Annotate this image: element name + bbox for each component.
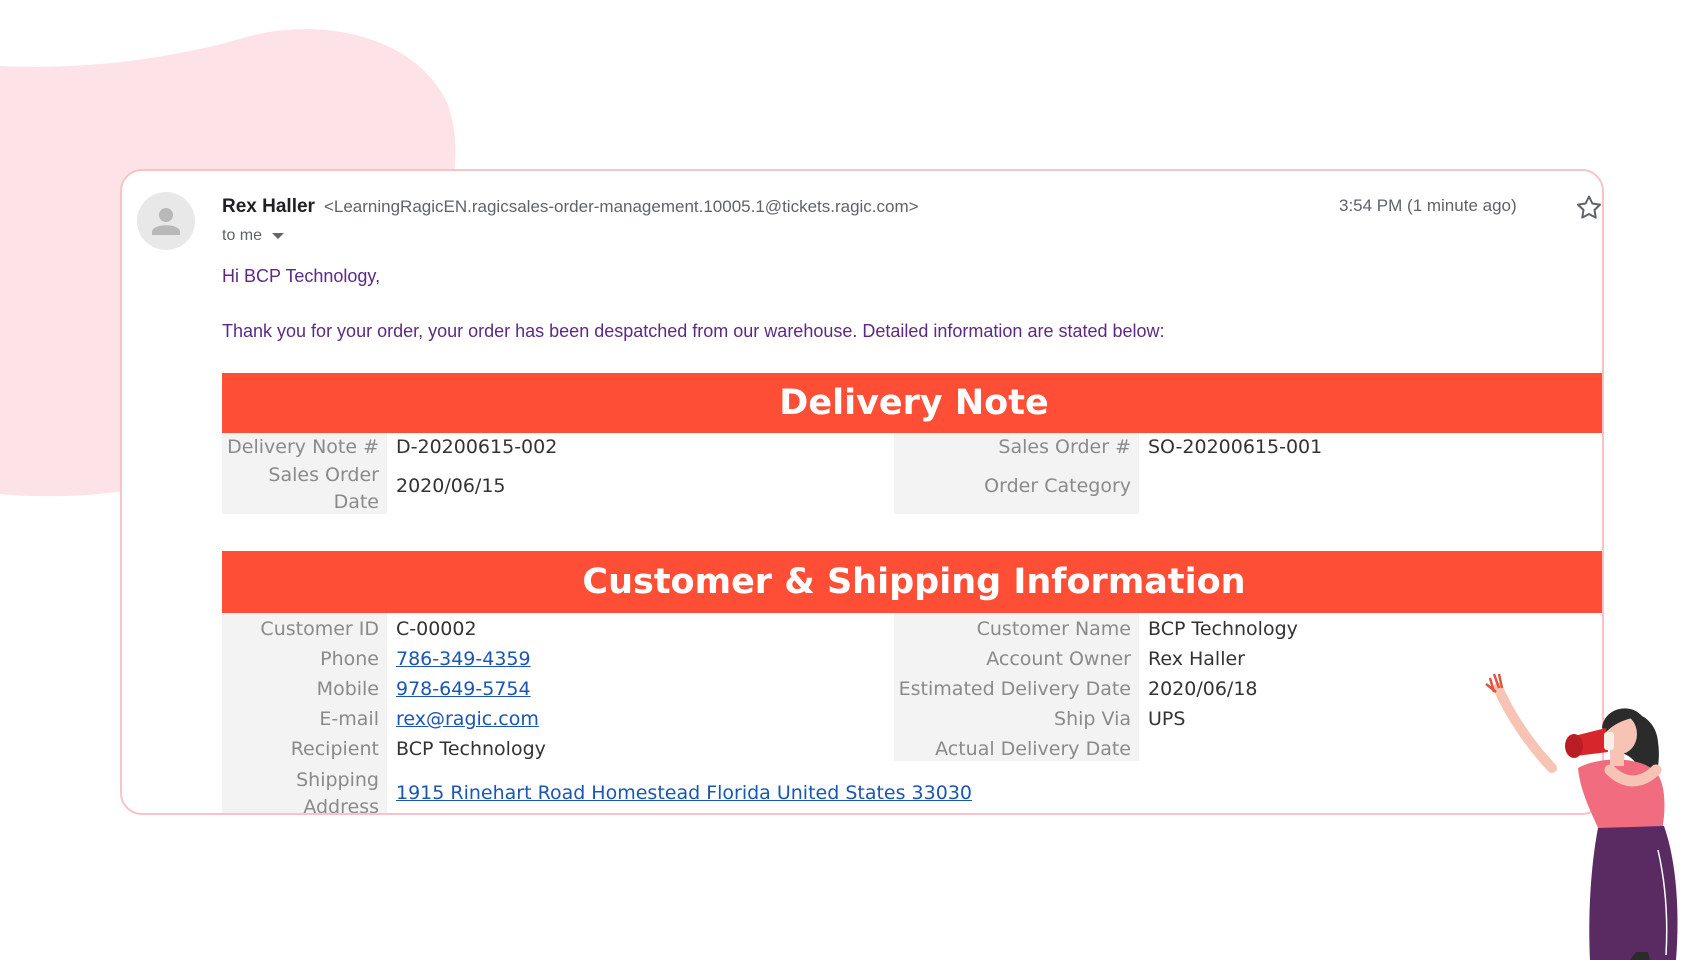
email-link[interactable]: rex@ragic.com [396, 708, 539, 730]
recipient-value: BCP Technology [396, 738, 546, 760]
mobile-label: Mobile [316, 678, 379, 700]
email-card: Rex Haller <LearningRagicEN.ragicsales-o… [120, 169, 1604, 815]
to-me-label: to me [222, 227, 263, 244]
intro-text: Thank you for your order, your order has… [222, 321, 1165, 341]
shipping-address-link[interactable]: 1915 Rinehart Road Homestead Florida Uni… [396, 782, 972, 804]
star-icon[interactable] [1574, 193, 1602, 223]
customer-name-value: BCP Technology [1148, 618, 1298, 640]
delivery-note-no-label: Delivery Note # [227, 436, 379, 458]
dropdown-caret-icon[interactable] [272, 232, 285, 239]
customer-name-label: Customer Name [976, 618, 1131, 640]
account-owner-label: Account Owner [986, 648, 1131, 670]
sales-order-date-label: Sales Order Date [268, 464, 379, 513]
phone-label: Phone [320, 648, 379, 670]
est-delivery-value: 2020/06/18 [1148, 678, 1258, 700]
shipping-address-label: Shipping Address [296, 769, 379, 815]
customer-id-label: Customer ID [260, 618, 379, 640]
est-delivery-label: Estimated Delivery Date [898, 678, 1131, 700]
customer-id-value: C-00002 [396, 618, 477, 640]
recipient-toggle[interactable]: to me [222, 227, 285, 245]
sales-order-no-value: SO-20200615-001 [1148, 436, 1323, 458]
woman-megaphone-illustration [1485, 673, 1678, 960]
mobile-link[interactable]: 978-649-5754 [396, 678, 531, 700]
sender-email: <LearningRagicEN.ragicsales-order-manage… [323, 197, 919, 216]
sender-line: Rex Haller <LearningRagicEN.ragicsales-o… [222, 196, 919, 218]
customer-shipping-header: Customer & Shipping Information [222, 551, 1602, 613]
sales-order-date-value: 2020/06/15 [396, 475, 506, 497]
greeting-text: Hi BCP Technology, [222, 266, 381, 286]
delivery-note-header: Delivery Note [222, 373, 1602, 433]
actual-delivery-label: Actual Delivery Date [935, 738, 1131, 760]
delivery-note-no-value: D-20200615-002 [396, 436, 558, 458]
account-owner-value: Rex Haller [1148, 648, 1245, 670]
sender-name[interactable]: Rex Haller [222, 196, 315, 217]
order-category-label: Order Category [984, 475, 1131, 497]
ship-via-value: UPS [1148, 708, 1186, 730]
recipient-label: Recipient [290, 738, 379, 760]
email-label: E-mail [319, 708, 379, 730]
email-timestamp: 3:54 PM (1 minute ago) [1339, 196, 1517, 215]
avatar-icon [137, 192, 195, 250]
sales-order-no-label: Sales Order # [998, 436, 1131, 458]
phone-link[interactable]: 786-349-4359 [396, 648, 531, 670]
ship-via-label: Ship Via [1054, 708, 1131, 730]
